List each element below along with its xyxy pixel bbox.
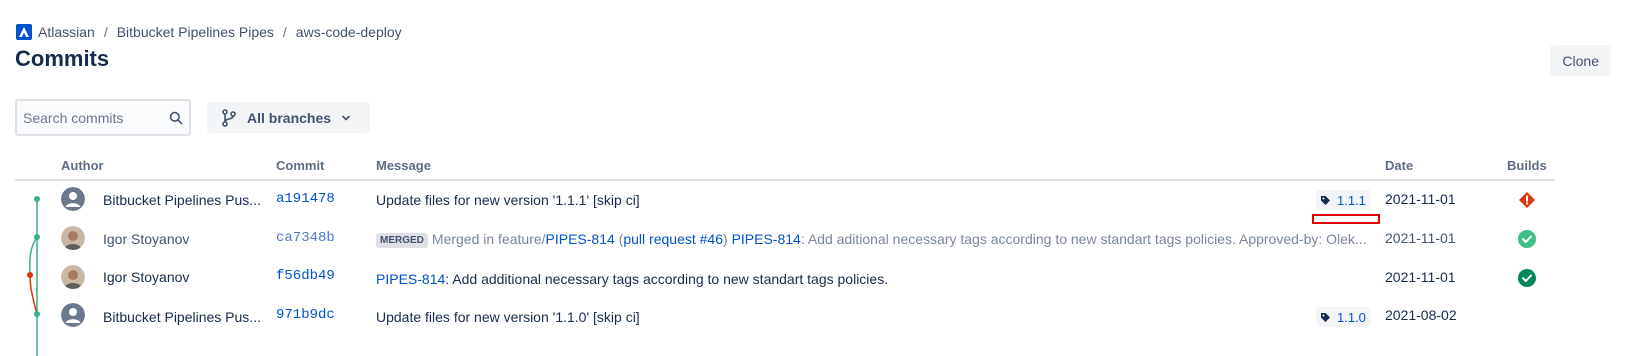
commit-author: Igor Stoyanov [103,231,190,247]
commit-author: Igor Stoyanov [103,269,190,285]
breadcrumb-separator: / [282,24,287,40]
default-user-avatar[interactable] [61,187,85,211]
commit-date: 2021-11-01 [1385,191,1456,207]
tag-badge[interactable]: 1.1.0 [1316,307,1371,327]
clone-button[interactable]: Clone [1550,45,1611,76]
issue-link[interactable]: PIPES-814 [732,231,801,247]
user-photo-avatar[interactable] [61,265,85,289]
breadcrumb-project-link[interactable]: Bitbucket Pipelines Pipes [117,24,274,40]
tag-icon [1320,312,1331,323]
column-header-message: Message [376,158,431,173]
commit-message[interactable]: PIPES-814: Add additional necessary tags… [376,271,1276,287]
message-text: : Add aditional necessary tags according… [800,231,1367,247]
commit-hash-link[interactable]: a191478 [276,191,335,207]
commit-date: 2021-08-02 [1385,307,1457,323]
user-photo-avatar[interactable] [61,226,85,250]
column-header-commit: Commit [276,158,325,173]
commit-message[interactable]: Update files for new version '1.1.0' [sk… [376,309,1276,325]
tag-badge[interactable]: 1.1.1 [1316,190,1371,210]
search-commits-input[interactable] [23,109,161,126]
table-row[interactable]: Igor Stoyanov ca7348b MERGED Merged in fe… [0,219,1629,258]
page-title: Commits [15,46,110,71]
column-header-author: Author [61,158,104,173]
breadcrumb-workspace-link[interactable]: Atlassian [38,24,95,40]
branch-filter-label: All branches [247,109,332,126]
commit-message[interactable]: Update files for new version '1.1.1' [sk… [376,192,1276,208]
commit-author: Bitbucket Pipelines Pus... [103,309,261,325]
tag-icon [1320,195,1331,206]
branch-icon [221,108,237,127]
highlight-annotation-box [1312,214,1380,224]
breadcrumb-separator: / [103,24,108,40]
default-user-avatar[interactable] [61,303,85,327]
pull-request-link[interactable]: pull request #46 [623,231,723,247]
atlassian-logo-icon[interactable] [16,24,32,40]
commit-hash-link[interactable]: ca7348b [276,230,335,246]
tag-label: 1.1.1 [1337,192,1366,208]
branch-filter-dropdown[interactable]: All branches [207,102,370,133]
commit-hash-link[interactable]: 971b9dc [276,307,335,323]
column-header-date: Date [1385,158,1414,173]
message-text: : Add additional necessary tags accordin… [445,271,889,287]
breadcrumb: Atlassian / Bitbucket Pipelines Pipes / … [16,24,402,40]
build-successful-icon[interactable] [1517,229,1537,249]
build-failed-icon[interactable] [1517,190,1537,210]
commit-author: Bitbucket Pipelines Pus... [103,192,261,208]
build-successful-icon[interactable] [1517,268,1537,288]
table-row[interactable]: Igor Stoyanov f56db49 PIPES-814: Add add… [0,258,1629,297]
commit-hash-link[interactable]: f56db49 [276,268,335,284]
commit-date: 2021-11-01 [1385,269,1456,285]
commit-message[interactable]: MERGED Merged in feature/PIPES-814 (pull … [376,231,1370,248]
message-text: Merged in feature/ [431,231,546,247]
chevron-down-icon [341,113,351,123]
merged-lozenge: MERGED [376,233,428,248]
column-header-builds: Builds [1507,158,1547,173]
table-row[interactable]: Bitbucket Pipelines Pus... 971b9dc Updat… [0,297,1629,336]
search-icon[interactable] [169,111,183,125]
search-commits-box[interactable] [15,99,191,136]
table-row[interactable]: Bitbucket Pipelines Pus... a191478 Updat… [0,180,1629,219]
issue-link[interactable]: PIPES-814 [546,231,615,247]
issue-link[interactable]: PIPES-814 [376,271,445,287]
breadcrumb-repository-link[interactable]: aws-code-deploy [296,24,402,40]
message-text: ) [723,231,732,247]
commit-date: 2021-11-01 [1385,230,1456,246]
tag-label: 1.1.0 [1337,309,1366,325]
